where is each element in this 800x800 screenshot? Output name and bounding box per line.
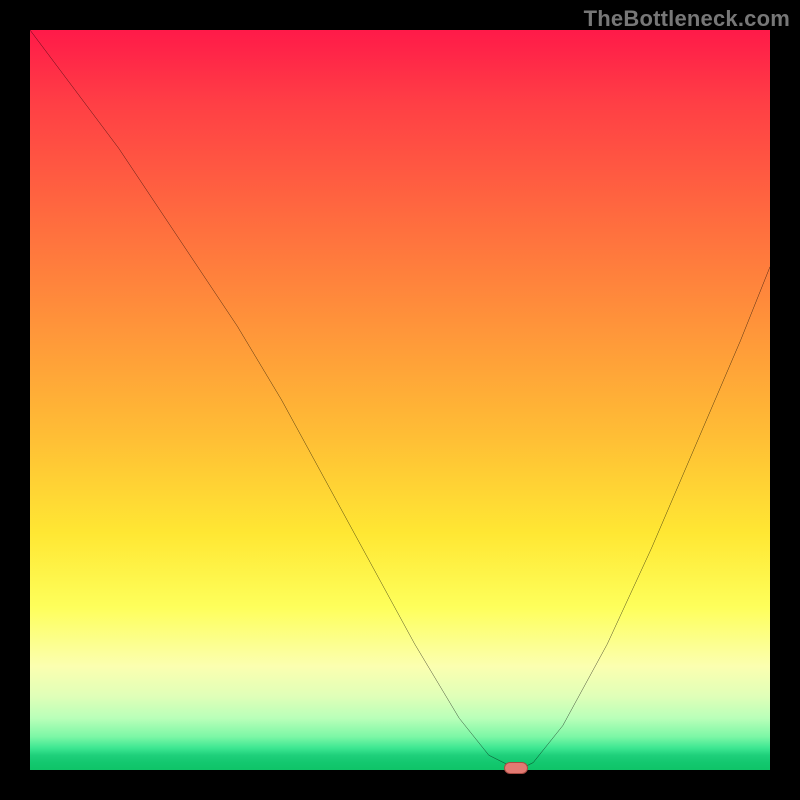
curve-path [30,30,770,770]
plot-area [30,30,770,770]
y-axis-border [21,30,30,770]
watermark-text: TheBottleneck.com [584,6,790,32]
bottleneck-curve [30,30,770,770]
chart-frame: TheBottleneck.com [0,0,800,800]
optimal-point-marker [504,762,528,774]
x-axis-border [30,770,770,779]
